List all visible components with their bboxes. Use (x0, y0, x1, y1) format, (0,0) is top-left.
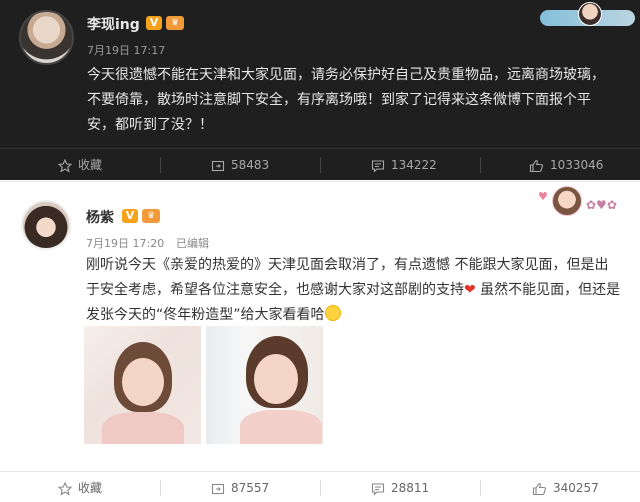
comment-count: 28811 (391, 481, 430, 495)
repost-icon (211, 160, 225, 171)
verified-badge: V (122, 209, 138, 223)
comment-button[interactable]: 134222 (371, 149, 437, 181)
weibo-post-yangzi: 杨紫 V ♛ 7月19日 17:20 已编辑 ♥♥ ✿♥✿ 刚听说今天《亲爱的热… (0, 181, 640, 502)
divider (480, 157, 481, 173)
repost-button[interactable]: 58483 (211, 149, 269, 181)
card-decoration-icon: ♥♥ ✿♥✿ (538, 186, 634, 218)
grin-emoji-icon (324, 305, 341, 321)
favorite-button[interactable]: 收藏 (58, 472, 102, 502)
post-timestamp[interactable]: 7月19日 17:20 (86, 235, 164, 251)
repost-count: 58483 (231, 158, 270, 172)
post-photo-2[interactable] (206, 326, 323, 444)
repost-count: 87557 (231, 481, 270, 495)
weibo-post-lixian: 李现ing V ♛ 7月19日 17:17 今天很遗憾不能在天津和大家见面，请务… (0, 0, 640, 180)
thumbs-up-icon (529, 159, 544, 172)
post-action-bar: 收藏 58483 134222 1033046 (0, 148, 640, 180)
favorite-button[interactable]: 收藏 (58, 149, 102, 181)
divider (480, 480, 481, 496)
like-count: 1033046 (550, 158, 604, 172)
favorite-label: 收藏 (78, 158, 103, 172)
divider (320, 157, 321, 173)
comment-count: 134222 (391, 158, 437, 172)
card-decoration-icon (540, 2, 635, 28)
star-outline-icon (58, 481, 72, 496)
repost-icon (211, 483, 225, 494)
comment-button[interactable]: 28811 (371, 472, 429, 502)
repost-button[interactable]: 87557 (211, 472, 269, 502)
edited-label[interactable]: 已编辑 (176, 235, 209, 251)
comment-icon (371, 482, 385, 496)
post-photo-1[interactable] (84, 326, 201, 444)
verified-badge: V (146, 16, 162, 30)
author-name[interactable]: 李现ing (87, 14, 140, 34)
favorite-label: 收藏 (78, 481, 103, 495)
red-heart-icon: ❤ (464, 282, 476, 298)
thumbs-up-icon (532, 482, 547, 495)
like-button[interactable]: 340257 (532, 472, 599, 502)
post-text: 刚听说今天《亲爱的热爱的》天津见面会取消了，有点遗憾 不能跟大家见面，但是出于安… (86, 253, 621, 328)
post-timestamp[interactable]: 7月19日 17:17 (87, 42, 165, 58)
divider (320, 480, 321, 496)
post-text: 今天很遗憾不能在天津和大家见面，请务必保护好自己及贵重物品，远离商场玻璃，不要倚… (87, 67, 605, 133)
like-count: 340257 (553, 481, 599, 495)
author-avatar[interactable] (21, 200, 71, 250)
like-button[interactable]: 1033046 (529, 149, 603, 181)
author-name[interactable]: 杨紫 (86, 207, 114, 227)
member-crown-icon: ♛ (166, 16, 184, 30)
comment-icon (371, 159, 385, 173)
star-outline-icon (58, 158, 72, 173)
post-action-bar: 收藏 87557 28811 340257 (0, 471, 640, 502)
author-avatar[interactable] (19, 10, 74, 65)
divider (160, 480, 161, 496)
divider (160, 157, 161, 173)
member-crown-icon: ♛ (142, 209, 160, 223)
